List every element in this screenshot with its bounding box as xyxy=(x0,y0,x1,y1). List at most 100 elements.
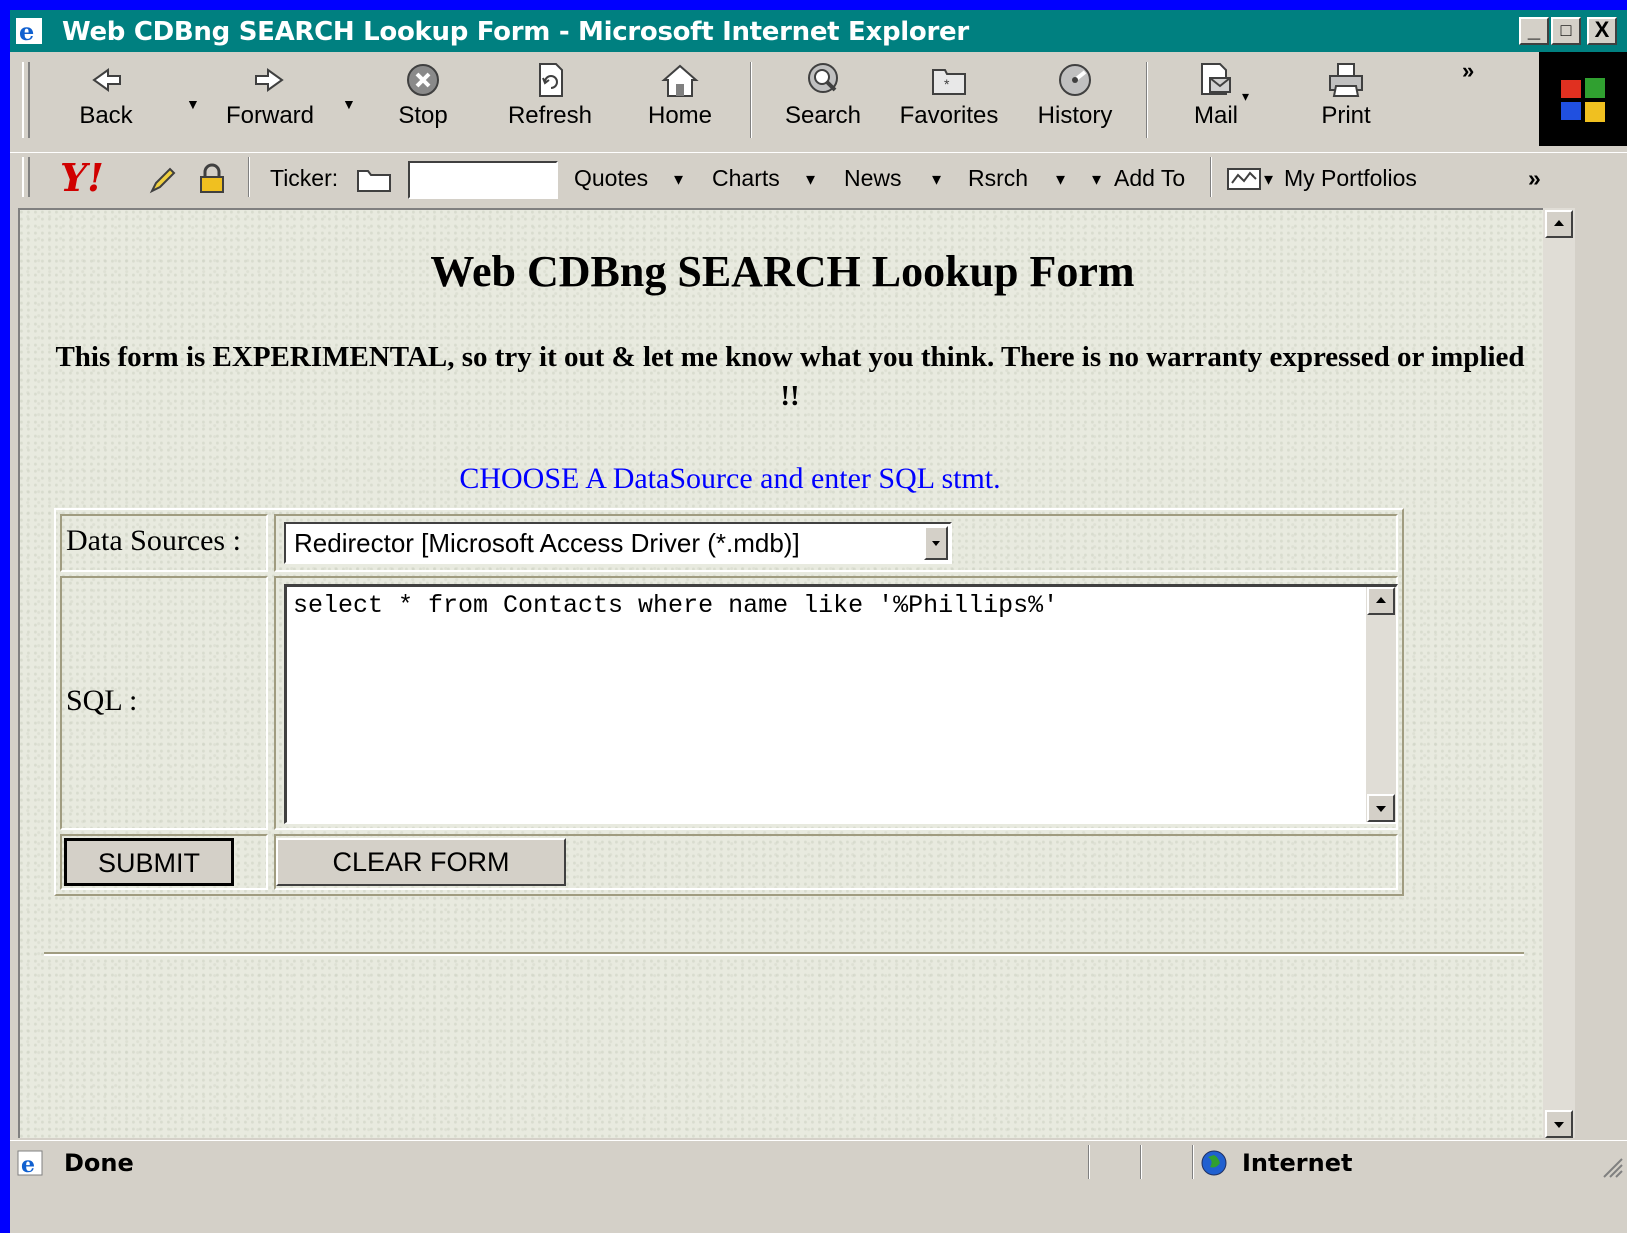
search-label: Search xyxy=(784,102,862,129)
favorites-label: Favorites xyxy=(899,102,999,129)
status-divider xyxy=(1088,1145,1090,1179)
news-dropdown-icon[interactable]: ▾ xyxy=(932,169,941,190)
data-sources-label: Data Sources : xyxy=(66,524,241,557)
toolbar-grip[interactable] xyxy=(22,157,30,197)
print-label: Print xyxy=(1321,102,1371,129)
sql-text: select * from Contacts where name like '… xyxy=(293,591,1059,620)
status-divider xyxy=(1140,1145,1142,1179)
home-label: Home xyxy=(647,102,713,129)
add-to-dropdown-icon[interactable]: ▾ xyxy=(1092,169,1101,190)
portfolio-icon[interactable] xyxy=(1226,167,1262,191)
forward-dropdown-icon[interactable]: ▼ xyxy=(342,96,356,112)
svg-text:e: e xyxy=(21,1152,35,1177)
stop-label: Stop xyxy=(398,102,448,129)
clear-form-button[interactable]: CLEAR FORM xyxy=(276,838,566,886)
submit-button[interactable]: SUBMIT xyxy=(64,838,234,886)
ie-icon: e xyxy=(16,18,42,44)
back-arrow-icon xyxy=(92,68,121,92)
yahoo-toolbar-chevron[interactable]: » xyxy=(1528,165,1541,192)
standard-toolbar: Back ▼ Forward ▼ Stop Refresh Home Searc… xyxy=(10,52,1627,152)
ticker-label: Ticker: xyxy=(270,165,339,191)
maximize-button[interactable]: □ xyxy=(1551,17,1581,45)
minimize-button[interactable]: _ xyxy=(1519,17,1549,45)
home-button[interactable]: Home xyxy=(640,60,720,130)
page-scrollbar[interactable] xyxy=(1543,208,1575,1138)
sql-textarea[interactable]: select * from Contacts where name like '… xyxy=(284,584,1398,824)
yahoo-logo-icon[interactable]: Y! xyxy=(60,155,104,200)
sql-label: SQL : xyxy=(66,684,138,717)
portfolios-dropdown-icon[interactable]: ▾ xyxy=(1264,169,1273,190)
data-source-selected: Redirector [Microsoft Access Driver (*.m… xyxy=(294,528,800,558)
title-bar: e Web CDBng SEARCH Lookup Form - Microso… xyxy=(10,10,1627,52)
back-label: Back xyxy=(79,102,133,129)
charts-dropdown-icon[interactable]: ▾ xyxy=(806,169,815,190)
status-bar: e Done Internet xyxy=(10,1140,1627,1184)
forward-button[interactable]: Forward xyxy=(220,60,320,130)
history-label: History xyxy=(1037,102,1113,129)
yahoo-toolbar: Y! Ticker: Quotes ▾ Charts ▾ News ▾ Rsrc… xyxy=(10,152,1627,205)
toolbar-separator xyxy=(248,157,250,197)
windows-logo-icon xyxy=(1539,52,1627,146)
zone-text: Internet xyxy=(1242,1149,1353,1177)
browser-window: e Web CDBng SEARCH Lookup Form - Microso… xyxy=(10,10,1627,1233)
refresh-button[interactable]: Refresh xyxy=(502,60,598,130)
favorites-button[interactable]: * Favorites xyxy=(896,60,1002,130)
ie-page-icon: e xyxy=(17,1150,43,1177)
mail-icon xyxy=(1201,63,1231,95)
sql-scrollbar[interactable] xyxy=(1366,587,1396,822)
favorites-icon: * xyxy=(932,69,966,95)
my-portfolios-menu[interactable]: My Portfolios xyxy=(1284,165,1417,192)
rsrch-menu[interactable]: Rsrch xyxy=(968,165,1028,192)
lock-icon[interactable] xyxy=(196,163,228,195)
search-icon xyxy=(808,63,838,93)
print-button[interactable]: Print xyxy=(1306,60,1386,130)
rsrch-dropdown-icon[interactable]: ▾ xyxy=(1056,169,1065,190)
scroll-up-icon[interactable] xyxy=(1367,587,1395,615)
charts-menu[interactable]: Charts xyxy=(712,165,780,192)
toolbar-chevron[interactable]: » xyxy=(1462,58,1474,84)
forward-arrow-icon xyxy=(255,68,284,92)
back-dropdown-icon[interactable]: ▼ xyxy=(186,96,200,112)
pencil-icon[interactable] xyxy=(148,165,178,195)
resize-grip-icon[interactable] xyxy=(1600,1155,1624,1179)
instruction-text: CHOOSE A DataSource and enter SQL stmt. xyxy=(459,462,1001,495)
globe-icon xyxy=(1201,1150,1227,1176)
history-button[interactable]: History xyxy=(1030,60,1120,130)
add-to-menu[interactable]: Add To xyxy=(1114,165,1185,192)
svg-text:*: * xyxy=(944,76,950,92)
home-icon xyxy=(661,64,699,97)
scroll-up-icon[interactable] xyxy=(1545,210,1573,238)
news-menu[interactable]: News xyxy=(844,165,902,192)
data-source-select[interactable]: Redirector [Microsoft Access Driver (*.m… xyxy=(284,522,952,564)
history-icon xyxy=(1059,64,1091,96)
toolbar-separator xyxy=(1210,157,1212,197)
quotes-menu[interactable]: Quotes xyxy=(574,165,648,192)
stop-icon xyxy=(407,64,439,96)
page-title: Web CDBng SEARCH Lookup Form xyxy=(430,247,1135,296)
toolbar-separator xyxy=(1146,62,1148,138)
page-content: Web CDBng SEARCH Lookup Form This form i… xyxy=(18,208,1545,1138)
search-button[interactable]: Search xyxy=(780,60,866,130)
toolbar-grip[interactable] xyxy=(22,62,30,138)
mail-label: Mail xyxy=(1193,102,1238,129)
scroll-down-icon[interactable] xyxy=(1367,794,1395,822)
forward-label: Forward xyxy=(225,102,315,129)
print-icon xyxy=(1329,63,1363,97)
scroll-down-icon[interactable] xyxy=(1545,1110,1573,1138)
svg-text:e: e xyxy=(19,18,34,44)
stop-button[interactable]: Stop xyxy=(388,60,458,130)
toolbar-separator xyxy=(750,62,752,138)
chevron-down-icon[interactable] xyxy=(924,526,948,560)
refresh-label: Refresh xyxy=(507,102,593,129)
back-button[interactable]: Back xyxy=(66,60,146,130)
horizontal-rule xyxy=(44,952,1524,956)
status-text: Done xyxy=(64,1149,134,1177)
ticker-input[interactable] xyxy=(408,161,558,199)
quotes-dropdown-icon[interactable]: ▾ xyxy=(674,169,683,190)
refresh-icon xyxy=(539,63,563,97)
close-button[interactable]: X xyxy=(1587,17,1617,45)
window-title: Web CDBng SEARCH Lookup Form - Microsoft… xyxy=(62,17,969,47)
status-divider xyxy=(1192,1145,1194,1179)
mail-dropdown-icon[interactable]: ▾ xyxy=(1242,88,1249,105)
folder-icon[interactable] xyxy=(356,167,392,193)
